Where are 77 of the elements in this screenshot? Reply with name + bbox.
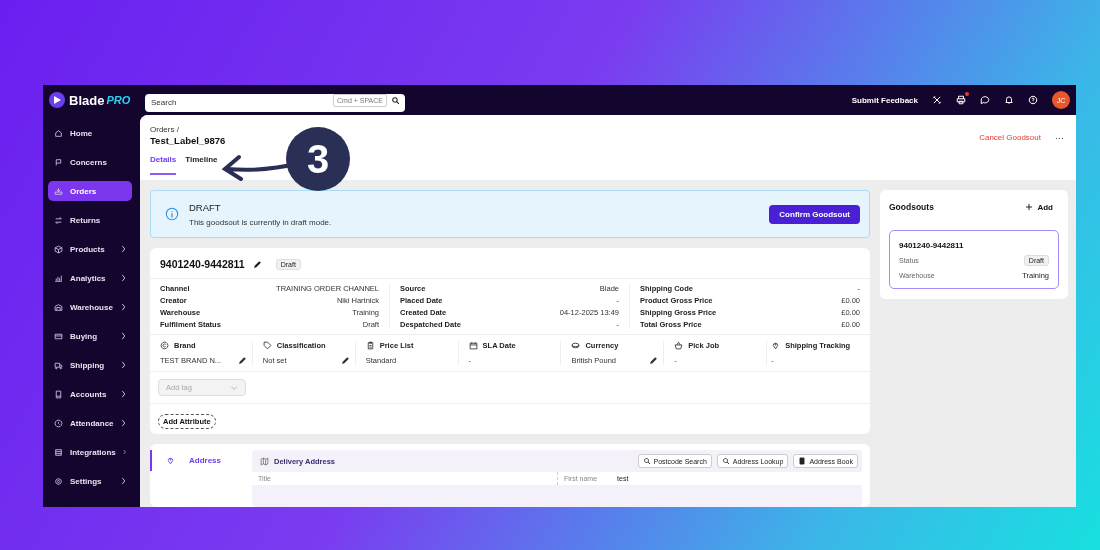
tab-label: Address <box>189 456 221 465</box>
bell-icon[interactable] <box>1004 95 1014 105</box>
pencil-icon[interactable] <box>340 356 350 365</box>
swap-icon <box>54 215 63 225</box>
sidebar-item[interactable]: Settings <box>48 471 132 491</box>
logo-suffix: PRO <box>106 94 131 106</box>
info-icon <box>165 207 179 221</box>
confirm-goodsout-button[interactable]: Confirm Goodsout <box>769 204 860 224</box>
sidebar-item[interactable]: Orders <box>48 181 132 201</box>
chevron-right-icon[interactable] <box>121 390 126 398</box>
goodsout-number: 9401240-9442811 <box>899 241 965 250</box>
map-icon <box>260 456 269 466</box>
book-icon <box>54 389 63 399</box>
pencil-icon[interactable] <box>237 356 247 365</box>
logo-text: Blade <box>69 92 105 108</box>
printer-icon[interactable] <box>956 95 966 105</box>
tab[interactable]: Details <box>150 155 177 175</box>
coins-icon <box>571 341 581 350</box>
search-icon <box>642 457 651 465</box>
sidebar-item[interactable]: Home <box>48 123 132 143</box>
feedback-link[interactable]: Submit Feedback <box>851 95 918 105</box>
home-icon <box>54 128 63 138</box>
pin-icon <box>771 341 781 350</box>
basket-icon <box>674 341 684 350</box>
clock-icon <box>54 418 63 428</box>
tag-icon <box>262 341 272 350</box>
chevron-right-icon[interactable] <box>121 477 126 485</box>
book-icon <box>798 457 807 465</box>
page-title: Test_Label_9876 <box>150 135 226 146</box>
sidebar-item[interactable]: Warehouse <box>48 297 132 317</box>
sidebar-item[interactable]: Attendance <box>48 413 132 433</box>
calendar-icon <box>468 341 478 350</box>
sidebar-item[interactable]: Concerns <box>48 152 132 172</box>
chat-icon[interactable] <box>980 95 990 105</box>
sidebar-item[interactable]: Accounts <box>48 384 132 404</box>
pencil-icon[interactable] <box>252 259 262 269</box>
sidebar-item[interactable]: Analytics <box>48 268 132 288</box>
truck-icon <box>54 360 63 370</box>
tools-icon[interactable] <box>932 95 942 105</box>
address-tab[interactable]: Address <box>150 450 242 471</box>
banner-title: DRAFT <box>189 201 222 213</box>
warehouse-icon <box>54 302 63 312</box>
more-button[interactable]: ··· <box>1055 133 1064 143</box>
chevron-right-icon[interactable] <box>121 332 126 340</box>
search-icon[interactable] <box>391 95 400 105</box>
chevron-right-icon[interactable] <box>121 274 126 282</box>
flag-icon <box>54 157 63 167</box>
plus-icon <box>1025 203 1034 211</box>
order-number: 9401240-9442811 <box>160 258 245 270</box>
help-icon[interactable] <box>1028 95 1038 105</box>
chevron-right-icon[interactable] <box>121 303 126 311</box>
gear-icon <box>54 476 63 486</box>
sidebar-item[interactable]: Returns <box>48 210 132 230</box>
breadcrumb[interactable]: Orders / <box>150 125 226 134</box>
panel-title: Goodsouts <box>889 202 934 212</box>
copyright-icon <box>160 341 169 350</box>
tab[interactable]: Timeline <box>185 155 218 175</box>
banner-text: This goodsout is currently in draft mode. <box>189 217 333 227</box>
chevron-right-icon[interactable] <box>121 419 126 427</box>
chevron-right-icon[interactable] <box>121 361 126 369</box>
add-button[interactable]: Add <box>1025 202 1053 212</box>
cube-icon <box>54 244 63 254</box>
sidebar-item[interactable]: Products <box>48 239 132 259</box>
chart-icon <box>54 273 63 283</box>
database-icon <box>54 447 63 457</box>
card-icon <box>54 331 63 341</box>
search-icon <box>721 457 730 465</box>
sidebar-item[interactable]: Buying <box>48 326 132 346</box>
logo-icon <box>49 92 65 108</box>
cancel-goodsout-button[interactable]: Cancel Goodsout <box>979 133 1041 142</box>
chevron-right-icon[interactable] <box>121 245 126 253</box>
pencil-icon[interactable] <box>649 356 659 365</box>
pin-icon <box>166 456 175 465</box>
tray-icon <box>54 186 63 196</box>
clipboard-icon <box>365 341 375 350</box>
sidebar-item[interactable]: Integrations <box>48 442 132 462</box>
sidebar-item[interactable]: Shipping <box>48 355 132 375</box>
